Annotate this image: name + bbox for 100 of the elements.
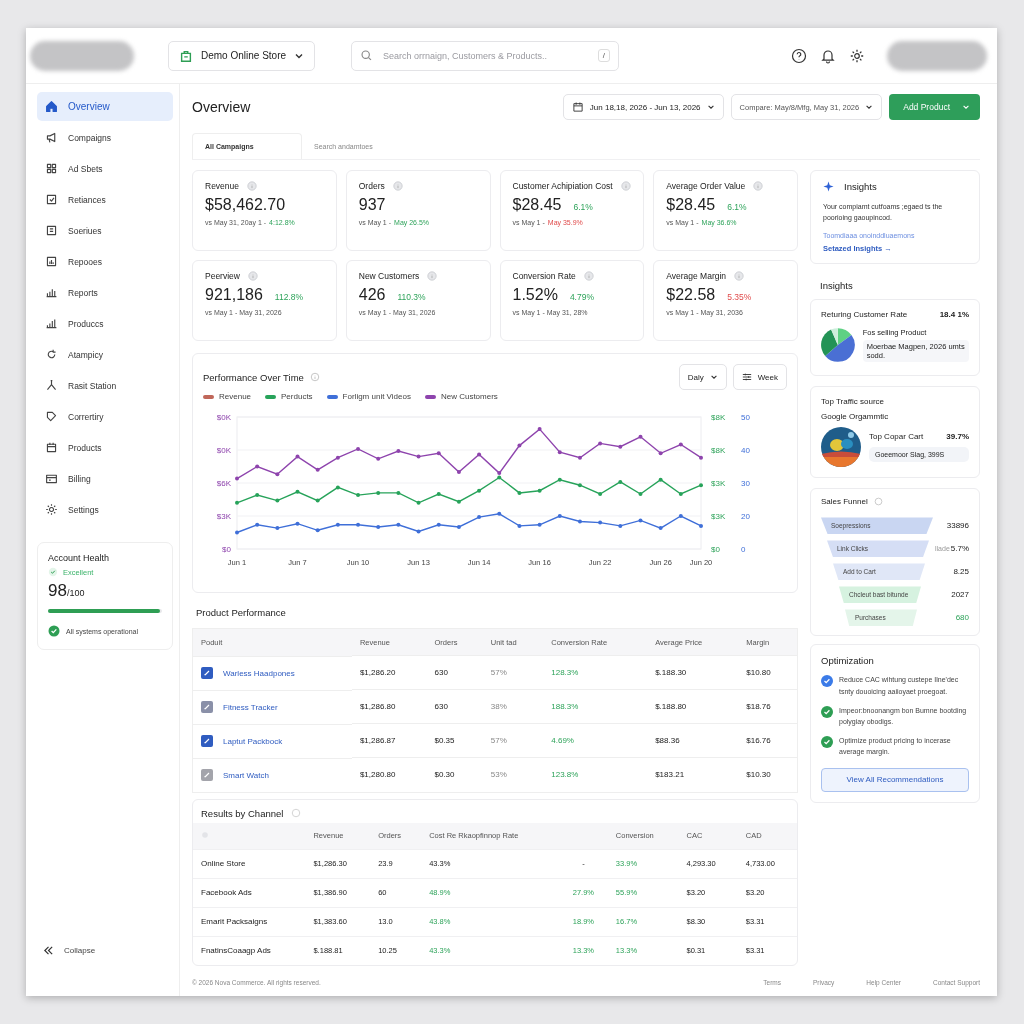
chevron-down-icon: [962, 103, 970, 111]
card-title: Optimization: [821, 655, 875, 667]
table-cell: $0.35: [426, 723, 483, 758]
row-checkbox[interactable]: [201, 667, 213, 679]
chevron-down-icon: [709, 373, 718, 381]
funnel-value: 8.25: [953, 567, 969, 577]
legend-label: New Customers: [440, 392, 498, 401]
info-icon: [873, 497, 883, 507]
table-cell: $88.36: [647, 723, 739, 758]
kpi-value: $28.45: [512, 196, 562, 214]
card-title: Account Health: [48, 553, 111, 563]
item-value: 39.7%: [946, 432, 969, 442]
funnel-value: 2027: [951, 590, 969, 600]
sidebar-item[interactable]: Settings: [37, 495, 173, 524]
chevron-down-icon: [706, 103, 715, 111]
row-checkbox[interactable]: [201, 735, 213, 747]
table-cell: $1,286.80: [351, 689, 427, 724]
sidebar-item[interactable]: Repooes: [37, 247, 173, 276]
notification-bell-icon[interactable]: [820, 47, 836, 64]
bar-chart-icon: [45, 317, 58, 330]
card-title: Sales Funnel: [821, 497, 868, 507]
double-chevron-left-icon: [43, 945, 54, 956]
sidebar-item[interactable]: Produccs: [37, 309, 173, 338]
tag-icon: [45, 410, 58, 423]
sidebar-item[interactable]: Ad Sbets: [37, 154, 173, 183]
date-range-picker[interactable]: Jun 18,18, 2026 - Jun 13, 2026: [562, 94, 724, 120]
search-bar[interactable]: Search orrnaign, Customers & Products.. /: [351, 40, 620, 71]
axis-tick-label: $6K: [216, 479, 231, 488]
product-link[interactable]: Smart Watch: [223, 770, 269, 780]
refresh-icon: [45, 348, 58, 361]
product-link[interactable]: Fitness Tracker: [223, 702, 278, 712]
sidebar-item[interactable]: Rasit Station: [37, 371, 173, 400]
table-cell: FnatinsCoaagp Ads: [193, 936, 306, 965]
sidebar-item[interactable]: Atampicy: [37, 340, 173, 369]
product-link[interactable]: Warless Haadpones: [223, 668, 295, 678]
kpi-title: Revenue: [205, 181, 240, 191]
grid-icon: [45, 162, 58, 175]
kpi-value: 1.52%: [512, 286, 558, 304]
section-title: Insights: [820, 280, 854, 292]
kpi-change: 6.1%: [573, 202, 593, 212]
table-cell: 188.3%: [543, 689, 648, 724]
legend-label: Forligm unit Videos: [342, 392, 411, 401]
axis-tick-label: 0: [741, 545, 746, 554]
kpi-change: 112.8%: [274, 292, 304, 302]
funnel-value: 5.7%: [950, 544, 969, 554]
axis-tick-label: 30: [741, 479, 750, 488]
info-icon: [247, 181, 258, 191]
table-cell: $183.21: [647, 757, 739, 792]
bag-icon: [179, 48, 193, 63]
table-cell: $1,280.80: [351, 757, 427, 792]
sidebar-item[interactable]: Compaigns: [37, 123, 173, 152]
info-icon: [392, 181, 403, 191]
funnel-value: 680: [955, 613, 969, 623]
info-icon: [620, 181, 631, 191]
kpi-change: 4.79%: [569, 292, 594, 302]
checkmark-icon: [203, 737, 211, 745]
range-button[interactable]: Week: [732, 364, 787, 390]
check-circle-icon: [48, 567, 58, 577]
sidebar-item[interactable]: Products: [37, 433, 173, 462]
table-cell: $.188.30: [647, 655, 739, 690]
settings-icon[interactable]: [849, 47, 865, 64]
axis-tick-label: 20: [741, 512, 750, 521]
card-title: Top Traffic source: [821, 397, 885, 407]
sidebar-item[interactable]: Soeriues: [37, 216, 173, 245]
table-cell: $16.76: [738, 723, 798, 758]
kpi-title: Orders: [358, 181, 385, 191]
section-title: Results by Channel: [201, 807, 284, 819]
product-link[interactable]: Laptut Packbock: [223, 736, 283, 746]
table-cell: $10.30: [738, 757, 798, 792]
sliders-icon: [741, 372, 752, 382]
document-icon: [45, 224, 58, 237]
table-cell: Online Store: [193, 849, 306, 878]
row-checkbox[interactable]: [201, 701, 213, 713]
checkmark-icon: [203, 703, 211, 711]
store-selector[interactable]: Demo Online Store: [168, 40, 316, 71]
table-cell: 630: [426, 689, 483, 724]
card-icon: [45, 472, 58, 485]
kpi-value: 426: [358, 286, 386, 304]
section-title: Product Performance: [196, 607, 287, 618]
legend-label: Revenue: [219, 392, 252, 401]
interval-dropdown[interactable]: Daly: [678, 364, 727, 390]
view-recommendations-button[interactable]: View All Recommendations: [821, 767, 969, 792]
table-cell: 123.8%: [543, 757, 648, 792]
sidebar-item[interactable]: Corrertiry: [37, 402, 173, 431]
calendar-icon: [45, 441, 58, 454]
sidebar-item[interactable]: Billing: [37, 464, 173, 493]
sidebar-item[interactable]: Reports: [37, 278, 173, 307]
axis-tick-label: 50: [741, 413, 750, 422]
table-cell: $18.76: [738, 689, 798, 724]
axis-tick-label: $8K: [711, 446, 726, 455]
sidebar-item[interactable]: Retiances: [37, 185, 173, 214]
info-icon: [753, 181, 764, 191]
score-max: /100: [66, 588, 85, 598]
collapse-button[interactable]: Collapse: [37, 945, 173, 956]
sidebar-item[interactable]: Overview: [37, 92, 173, 121]
row-checkbox[interactable]: [201, 769, 213, 781]
kpi-change: 6.1%: [727, 202, 747, 212]
page-title: Overview: [192, 99, 251, 115]
table-cell: $1,286.87: [351, 723, 427, 758]
help-icon[interactable]: [791, 47, 807, 64]
